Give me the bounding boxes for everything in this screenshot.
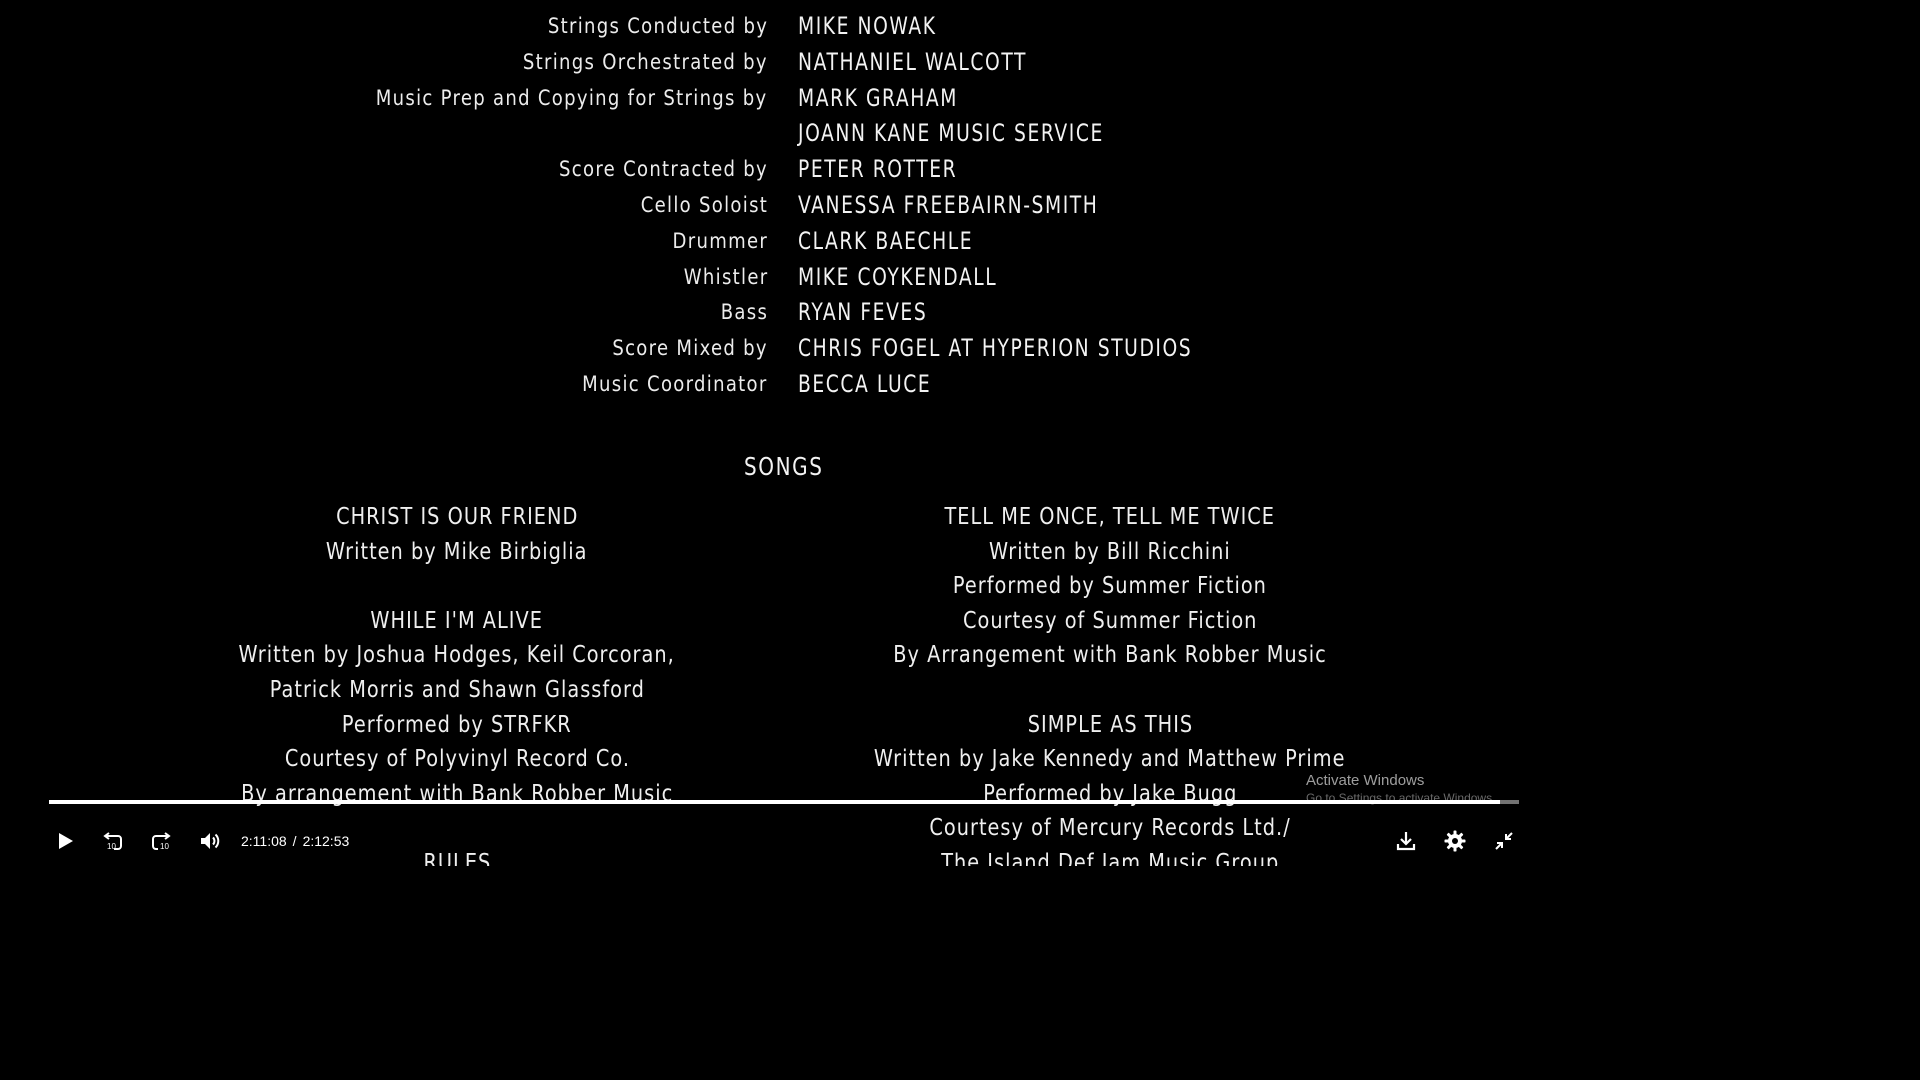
song-line-text: Written by Bill Ricchini	[989, 538, 1231, 565]
song-line: Performed by STRFKR	[107, 708, 807, 743]
volume-button[interactable]	[190, 820, 230, 862]
song-line-text: Performed by STRFKR	[342, 711, 572, 738]
volume-icon	[201, 833, 220, 849]
rewind-10-button[interactable]: 10	[93, 820, 133, 862]
song-line: TELL ME ONCE, TELL ME TWICE	[760, 500, 1460, 535]
credit-name: BECCA LUCE	[798, 370, 932, 398]
credit-name: RYAN FEVES	[798, 298, 928, 327]
svg-text:10: 10	[160, 842, 169, 851]
song-line: SIMPLE AS THIS	[760, 708, 1460, 743]
time-display: 2:11:08 / 2:12:53	[241, 820, 349, 862]
songs-left-column: CHRIST IS OUR FRIEND Written by Mike Birb…	[107, 500, 807, 866]
credit-name: CHRIS FOGEL AT HYPERION STUDIOS	[798, 334, 1193, 363]
credit-role: Strings Orchestrated by	[523, 49, 768, 74]
credit-name: NATHANIEL WALCOTT	[798, 47, 1028, 76]
song-line-text: By Arrangement with Bank Robber Music	[893, 642, 1327, 669]
song-line-text: By arrangement with Bank Robber Music	[240, 780, 674, 807]
play-button[interactable]	[45, 820, 85, 862]
song-line: By arrangement with Bank Robber Music	[107, 777, 807, 812]
credit-name: CLARK BAECHLE	[798, 226, 974, 255]
song-spacer	[107, 569, 807, 604]
song-line-text: Written by Joshua Hodges, Keil Corcoran,	[238, 642, 676, 669]
song-line-text: Written by Mike Birbiglia	[326, 538, 588, 565]
credit-row: Music Coordinator BECCA LUCE	[0, 366, 1568, 402]
song-line-text: Courtesy of Summer Fiction	[962, 607, 1258, 634]
songs-section-title: SONGS	[744, 452, 824, 481]
credit-row: Score Mixed by CHRIS FOGEL AT HYPERION ST…	[0, 330, 1568, 366]
progress-bar[interactable]	[49, 800, 1519, 804]
settings-button[interactable]	[1435, 820, 1475, 862]
credit-name: VANESSA FREEBAIRN-SMITH	[798, 191, 1099, 219]
credit-row: Score Contracted by PETER ROTTER	[0, 151, 1568, 187]
download-button[interactable]	[1386, 820, 1426, 862]
song-line-text: Performed by Summer Fiction	[952, 573, 1267, 600]
credit-role: Score Contracted by	[559, 157, 768, 182]
song-line: Written by Joshua Hodges, Keil Corcoran,	[107, 638, 807, 673]
video-frame[interactable]: Strings Conducted by MIKE NOWAK Strings Or…	[0, 0, 1568, 866]
duration: 2:12:53	[302, 833, 350, 849]
current-time: 2:11:08	[241, 833, 287, 849]
song-line-text: WHILE I'M ALIVE	[370, 607, 544, 634]
credit-name: MIKE COYKENDALL	[798, 262, 998, 291]
video-player[interactable]: Strings Conducted by MIKE NOWAK Strings Or…	[0, 0, 1568, 882]
time-separator: /	[292, 833, 297, 849]
song-line: Courtesy of Summer Fiction	[760, 604, 1460, 639]
song-line-text: CHRIST IS OUR FRIEND	[335, 504, 579, 530]
download-icon	[1396, 832, 1416, 851]
song-line: Written by Bill Ricchini	[760, 535, 1460, 570]
credit-role: Whistler	[683, 264, 768, 289]
song-line: Patrick Morris and Shawn Glassford	[107, 673, 807, 708]
song-line: By Arrangement with Bank Robber Music	[760, 638, 1460, 673]
song-spacer	[760, 673, 1460, 708]
player-controls: 10 10 2:11:08 / 2:12:53	[0, 820, 1568, 862]
credit-role: Music Prep and Copying for Strings by	[376, 85, 768, 110]
forward-10-icon: 10	[152, 832, 171, 851]
credit-role: Music Coordinator	[582, 372, 768, 396]
credit-row: JoANN KANE MUSIC SERVICE	[0, 115, 1568, 151]
song-line-text: TELL ME ONCE, TELL ME TWICE	[944, 504, 1276, 530]
credit-role: Score Mixed by	[612, 336, 768, 361]
song-line-text: Patrick Morris and Shawn Glassford	[269, 676, 645, 703]
credit-role: Bass	[720, 300, 768, 325]
song-line: WHILE I'M ALIVE	[107, 604, 807, 639]
gear-icon	[1444, 830, 1466, 852]
exit-fullscreen-icon	[1495, 832, 1513, 850]
song-line: Courtesy of Polyvinyl Record Co.	[107, 742, 807, 777]
songs-right-column: TELL ME ONCE, TELL ME TWICE Written by Bi…	[760, 500, 1460, 866]
credit-row: Whistler MIKE COYKENDALL	[0, 259, 1568, 295]
song-line-text: Performed by Jake Bugg	[982, 780, 1238, 807]
credit-name: MIKE NOWAK	[798, 12, 937, 40]
credit-row: Bass RYAN FEVES	[0, 294, 1568, 330]
svg-text:10: 10	[107, 842, 116, 851]
credit-row: Music Prep and Copying for Strings by MAR…	[0, 80, 1568, 116]
rewind-10-icon: 10	[103, 832, 122, 851]
song-line: Performed by Summer Fiction	[760, 569, 1460, 604]
forward-10-button[interactable]: 10	[141, 820, 181, 862]
song-line: CHRIST IS OUR FRIEND	[107, 500, 807, 535]
credit-row: Strings Conducted by MIKE NOWAK	[0, 8, 1568, 44]
credit-row: Strings Orchestrated by NATHANIEL WALCOTT	[0, 44, 1568, 80]
watermark-title: Activate Windows	[1306, 772, 1425, 789]
credit-name: PETER ROTTER	[798, 155, 958, 184]
song-line-text: Written by Jake Kennedy and Matthew Prim…	[874, 746, 1346, 773]
credit-row: Cello Soloist VANESSA FREEBAIRN-SMITH	[0, 187, 1568, 223]
song-line-text: SIMPLE AS THIS	[1027, 711, 1193, 738]
exit-fullscreen-button[interactable]	[1484, 820, 1524, 862]
song-line-text: Courtesy of Polyvinyl Record Co.	[284, 746, 630, 773]
play-icon	[59, 833, 73, 849]
credit-row: Drummer CLARK BAECHLE	[0, 223, 1568, 259]
credit-name: MARK GRAHAM	[798, 83, 958, 112]
credit-role: Cello Soloist	[640, 193, 768, 217]
credit-name: JoANN KANE MUSIC SERVICE	[798, 119, 1104, 148]
song-line: Written by Mike Birbiglia	[107, 535, 807, 570]
credit-role: Strings Conducted by	[547, 14, 768, 38]
credit-role: Drummer	[672, 228, 768, 253]
progress-bar-fill	[49, 800, 1500, 804]
